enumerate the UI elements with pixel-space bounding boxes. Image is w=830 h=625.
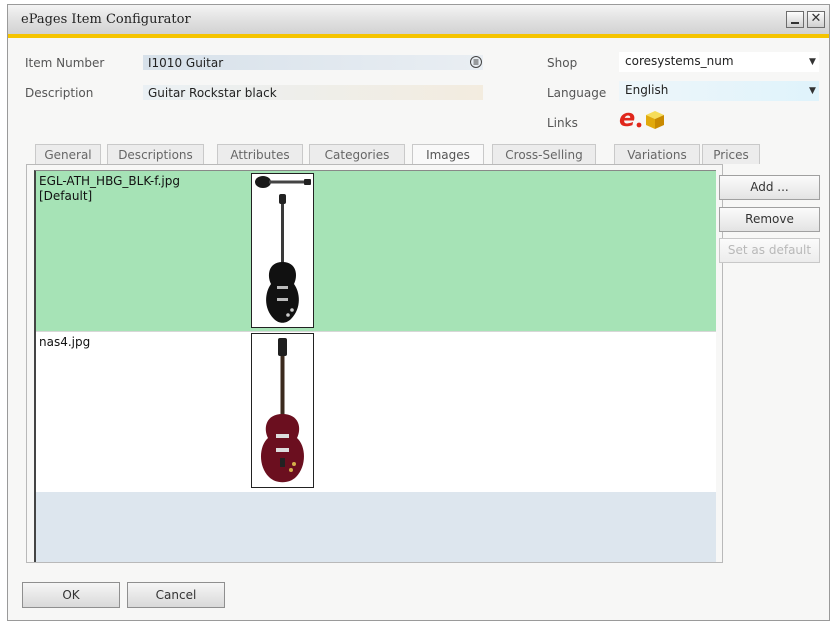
tab-attributes[interactable]: Attributes bbox=[217, 144, 303, 164]
tab-general[interactable]: General bbox=[35, 144, 101, 164]
image-filename: EGL-ATH_HBG_BLK-f.jpg [Default] bbox=[39, 174, 180, 204]
language-value: English bbox=[625, 83, 669, 97]
epages-logo-icon[interactable]: e bbox=[619, 104, 643, 132]
tab-descriptions[interactable]: Descriptions bbox=[107, 144, 204, 164]
description-label: Description bbox=[25, 86, 94, 100]
list-icon[interactable] bbox=[469, 55, 483, 69]
item-number-label: Item Number bbox=[25, 56, 105, 70]
tab-cross-selling[interactable]: Cross-Selling bbox=[492, 144, 596, 164]
image-list[interactable]: EGL-ATH_HBG_BLK-f.jpg [Default] nas4.jpg bbox=[34, 170, 716, 562]
title-accent-bar bbox=[8, 34, 829, 38]
title-bar: ePages Item Configurator ✕ bbox=[8, 5, 829, 35]
remove-image-button[interactable]: Remove bbox=[719, 207, 820, 232]
tab-categories[interactable]: Categories bbox=[309, 144, 405, 164]
minimize-icon bbox=[791, 22, 799, 24]
item-number-value: I1010 Guitar bbox=[148, 56, 224, 70]
image-row[interactable]: EGL-ATH_HBG_BLK-f.jpg [Default] bbox=[36, 171, 716, 331]
close-icon: ✕ bbox=[810, 11, 822, 26]
guitar-thumbnail bbox=[251, 333, 314, 488]
image-row[interactable]: nas4.jpg bbox=[36, 331, 716, 492]
minimize-button[interactable] bbox=[786, 11, 804, 28]
tab-prices[interactable]: Prices bbox=[702, 144, 760, 164]
tab-variations[interactable]: Variations bbox=[614, 144, 700, 164]
shop-value: coresystems_num bbox=[625, 54, 734, 68]
image-filename-text: EGL-ATH_HBG_BLK-f.jpg bbox=[39, 174, 180, 188]
shop-label: Shop bbox=[547, 56, 578, 70]
shop-dropdown-icon[interactable]: ▼ bbox=[809, 57, 816, 67]
links-label: Links bbox=[547, 116, 578, 130]
language-label: Language bbox=[547, 86, 607, 100]
close-button[interactable]: ✕ bbox=[807, 11, 825, 28]
set-default-button[interactable]: Set as default bbox=[719, 238, 820, 263]
images-panel: EGL-ATH_HBG_BLK-f.jpg [Default] nas4.jpg bbox=[26, 164, 723, 563]
description-value: Guitar Rockstar black bbox=[148, 86, 277, 100]
cancel-button[interactable]: Cancel bbox=[127, 582, 225, 608]
svg-text:e: e bbox=[619, 107, 635, 129]
cube-icon[interactable] bbox=[645, 110, 665, 130]
language-dropdown-icon[interactable]: ▼ bbox=[809, 86, 816, 96]
add-image-button[interactable]: Add ... bbox=[719, 175, 820, 200]
image-filename-text: nas4.jpg bbox=[39, 335, 91, 349]
guitar-thumbnail bbox=[251, 173, 314, 328]
image-filename: nas4.jpg bbox=[39, 335, 90, 350]
default-tag: [Default] bbox=[39, 189, 93, 203]
tab-images[interactable]: Images bbox=[412, 144, 484, 164]
window-title: ePages Item Configurator bbox=[21, 12, 191, 27]
ok-button[interactable]: OK bbox=[22, 582, 120, 608]
